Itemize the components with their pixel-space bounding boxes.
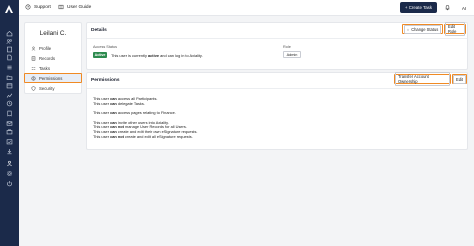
permission-line: This user can access pages relating to F… — [93, 110, 176, 116]
people-icon — [6, 160, 12, 167]
nav-label-tasks: Tasks — [39, 65, 50, 71]
rail-item[interactable] — [5, 148, 13, 155]
access-text-bold: active — [147, 53, 160, 58]
book-icon — [58, 4, 64, 10]
rail-item[interactable] — [5, 46, 13, 53]
rail-item[interactable] — [5, 170, 13, 177]
profile-nav: Profile Records Tasks Permissions Securi… — [24, 43, 82, 93]
user-avatar[interactable]: AI — [459, 3, 469, 13]
edit-role-label: Edit Role — [445, 22, 465, 36]
support-link[interactable]: Support — [25, 4, 51, 10]
app-logo-icon[interactable] — [4, 4, 14, 14]
access-text-prefix: This user is currently — [111, 53, 147, 58]
rail-item[interactable] — [5, 92, 13, 99]
person-icon — [31, 46, 36, 51]
top-bar: Support User Guide + Create Task AI — [19, 0, 474, 16]
bell-icon[interactable] — [444, 4, 451, 11]
folder-icon — [6, 75, 12, 80]
role-value: Admin — [283, 51, 301, 58]
create-task-button[interactable]: + Create Task — [400, 2, 437, 13]
profile-card: Leilani C. Profile Records Tasks Permiss… — [24, 22, 82, 94]
permissions-divider — [87, 88, 467, 89]
rail-item[interactable] — [5, 30, 13, 37]
permission-line: This user can delegate Tasks. — [93, 100, 145, 106]
receipt-icon — [6, 110, 12, 117]
edit-permissions-button[interactable]: Edit — [452, 74, 467, 84]
home-icon — [6, 30, 12, 37]
edit-permissions-label: Edit — [452, 74, 467, 84]
change-status-button[interactable]: ○ Change Status — [402, 24, 443, 34]
chart-icon — [6, 93, 12, 98]
status-badge: Active — [93, 52, 107, 58]
profile-name: Leilani C. — [39, 30, 67, 37]
nav-item-security[interactable]: Security — [25, 83, 81, 93]
gear-icon — [6, 170, 12, 177]
calendar-icon — [6, 83, 12, 89]
document-icon — [6, 46, 12, 53]
rail-item[interactable] — [5, 110, 13, 117]
users-icon — [5, 39, 12, 44]
rail-item[interactable] — [5, 160, 13, 167]
nav-item-profile[interactable]: Profile — [25, 43, 81, 53]
tasks-icon — [31, 66, 36, 70]
power-icon — [6, 181, 12, 187]
change-status-label: Change Status — [411, 26, 439, 32]
transfer-ownership-button[interactable]: Transfer Account Ownership — [394, 72, 451, 86]
left-rail — [0, 0, 19, 246]
role-label: Role — [283, 45, 291, 49]
access-status-text: This user is currently active and can lo… — [111, 53, 203, 58]
nav-item-tasks[interactable]: Tasks — [25, 63, 81, 73]
rail-item[interactable] — [5, 64, 13, 71]
calendar-check-icon — [6, 139, 12, 145]
rail-item[interactable] — [5, 54, 13, 61]
details-title: Details — [91, 28, 107, 33]
rail-item[interactable] — [5, 120, 13, 127]
permissions-title: Permissions — [91, 78, 120, 83]
access-text-suffix: and can log in to Axiality. — [160, 53, 203, 58]
permission-line: This user can not create and edit all eS… — [93, 133, 193, 139]
nav-item-permissions[interactable]: Permissions — [24, 73, 82, 83]
rail-item[interactable] — [5, 128, 13, 135]
nav-label-records: Records — [39, 55, 56, 61]
support-icon — [25, 4, 31, 10]
user-guide-label: User Guide — [67, 4, 92, 10]
details-divider — [87, 38, 467, 39]
clock-icon — [6, 100, 12, 107]
nav-label-profile: Profile — [39, 45, 52, 51]
records-icon — [31, 56, 36, 60]
rail-item[interactable] — [5, 74, 13, 81]
nav-label-security: Security — [39, 85, 55, 91]
file-icon — [6, 54, 12, 61]
briefcase-icon — [6, 129, 12, 135]
rail-item[interactable] — [5, 100, 13, 107]
edit-role-button[interactable]: Edit Role — [444, 22, 466, 36]
list-icon — [6, 65, 12, 70]
mail-icon — [6, 121, 12, 126]
shield-icon — [31, 85, 36, 91]
access-status-label: Access Status — [93, 45, 118, 49]
rail-item[interactable] — [5, 82, 13, 89]
rail-item[interactable] — [5, 38, 13, 45]
permissions-card: Permissions Transfer Account Ownership E… — [86, 72, 468, 150]
status-circle-icon: ○ — [406, 26, 410, 32]
nav-item-records[interactable]: Records — [25, 53, 81, 63]
permission-list: This user can access all Participants. T… — [93, 96, 343, 140]
download-icon — [6, 149, 12, 155]
support-label: Support — [34, 4, 51, 10]
user-guide-link[interactable]: User Guide — [58, 4, 91, 10]
permissions-icon — [31, 75, 36, 81]
nav-label-permissions: Permissions — [39, 75, 63, 81]
rail-item[interactable] — [5, 138, 13, 145]
rail-item[interactable] — [5, 180, 13, 187]
details-card: Details ○ Change Status Edit Role Access… — [86, 22, 468, 70]
transfer-ownership-label: Transfer Account Ownership — [395, 72, 450, 86]
